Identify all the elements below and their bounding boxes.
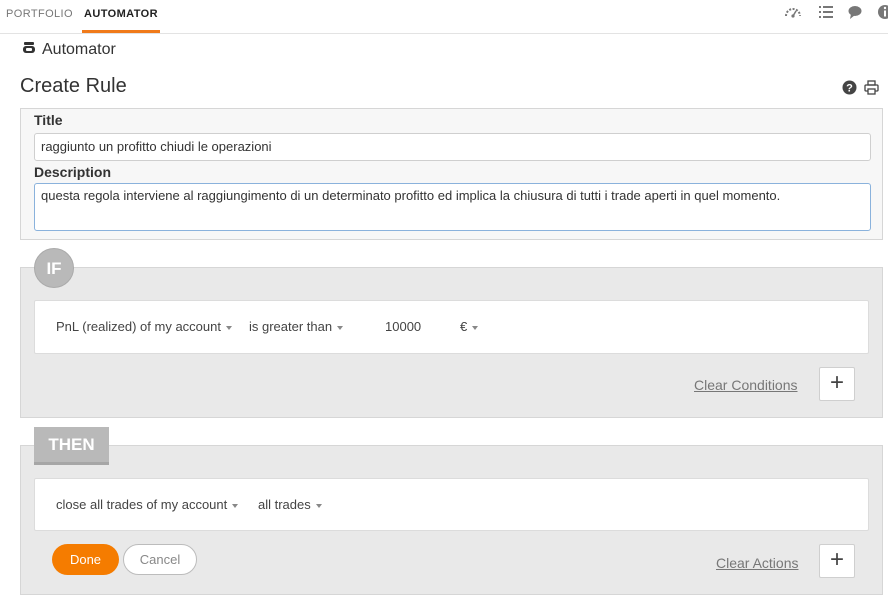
- tab-portfolio[interactable]: PORTFOLIO: [6, 0, 73, 33]
- action-row: close all trades of my account all trade…: [34, 478, 869, 531]
- chevron-down-icon: [337, 325, 344, 330]
- cancel-button[interactable]: Cancel: [123, 544, 197, 575]
- title-input[interactable]: raggiunto un profitto chiudi le operazio…: [34, 133, 871, 161]
- print-icon[interactable]: [864, 80, 879, 100]
- description-input[interactable]: questa regola interviene al raggiungimen…: [34, 183, 871, 231]
- rule-info-panel: Title raggiunto un profitto chiudi le op…: [20, 108, 883, 240]
- action-target-dropdown[interactable]: all trades: [258, 497, 322, 512]
- condition-subject-dropdown[interactable]: PnL (realized) of my account: [56, 319, 232, 334]
- currency-dropdown[interactable]: €: [460, 319, 479, 334]
- section-heading: Automator: [22, 40, 116, 60]
- robot-icon: [22, 41, 36, 60]
- section-title: Automator: [42, 41, 116, 58]
- chevron-down-icon: [225, 325, 232, 330]
- chevron-down-icon: [315, 503, 322, 508]
- action-target-label: all trades: [258, 497, 311, 512]
- currency-label: €: [460, 319, 468, 334]
- info-icon[interactable]: [876, 3, 888, 21]
- top-nav: PORTFOLIO AUTOMATOR: [0, 0, 888, 34]
- done-button[interactable]: Done: [52, 544, 119, 575]
- condition-value-input[interactable]: 10000: [385, 319, 421, 334]
- add-action-button[interactable]: +: [819, 544, 855, 578]
- condition-operator-dropdown[interactable]: is greater than: [249, 319, 344, 334]
- description-label: Description: [34, 164, 112, 180]
- condition-subject-label: PnL (realized) of my account: [56, 319, 221, 334]
- add-condition-button[interactable]: +: [819, 367, 855, 401]
- if-badge: IF: [34, 248, 74, 288]
- clear-conditions-link[interactable]: Clear Conditions: [694, 377, 798, 393]
- chevron-down-icon: [472, 325, 479, 330]
- then-badge: THEN: [34, 427, 109, 465]
- list-icon[interactable]: [817, 3, 835, 21]
- condition-row: PnL (realized) of my account is greater …: [34, 300, 869, 354]
- chevron-down-icon: [232, 503, 239, 508]
- tab-automator[interactable]: AUTOMATOR: [82, 0, 160, 33]
- chat-icon[interactable]: [846, 3, 864, 21]
- gauge-icon[interactable]: [784, 3, 802, 21]
- svg-text:?: ?: [846, 83, 853, 95]
- page-title: Create Rule: [20, 75, 127, 97]
- help-icon[interactable]: ?: [842, 80, 857, 100]
- action-verb-dropdown[interactable]: close all trades of my account: [56, 497, 239, 512]
- condition-operator-label: is greater than: [249, 319, 333, 334]
- clear-actions-link[interactable]: Clear Actions: [716, 555, 798, 571]
- action-verb-label: close all trades of my account: [56, 497, 228, 512]
- title-label: Title: [34, 112, 63, 128]
